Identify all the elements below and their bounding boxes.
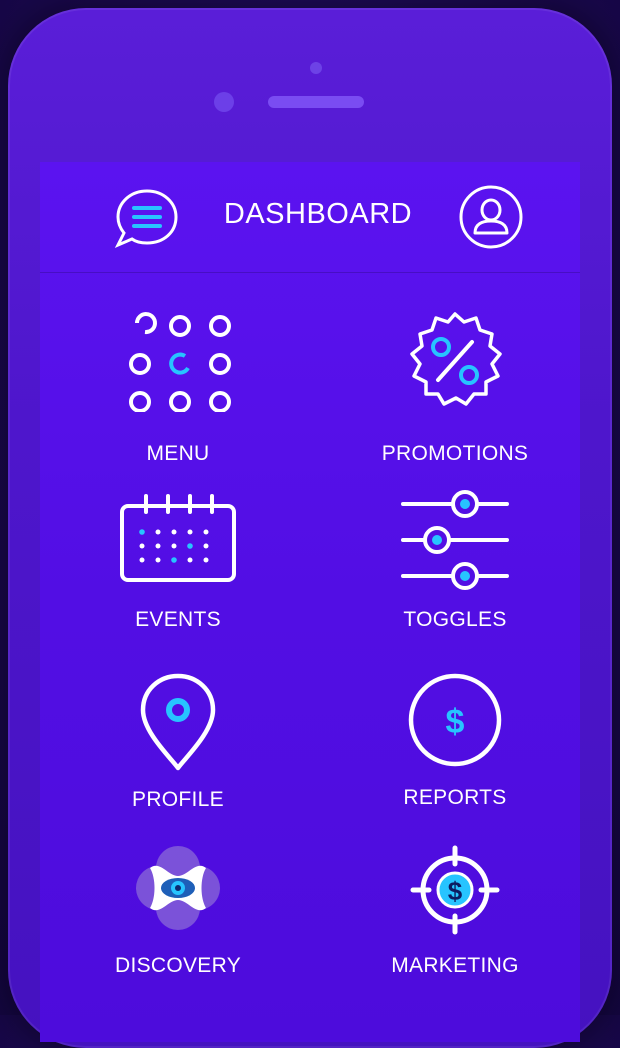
- chat-menu-icon: [114, 189, 178, 248]
- tile-label: EVENTS: [135, 608, 221, 631]
- eye-flower-icon: [136, 846, 220, 930]
- calendar-icon: [120, 494, 236, 582]
- sliders-icon: [401, 490, 509, 590]
- chat-menu-button[interactable]: [112, 187, 182, 251]
- svg-text:$: $: [448, 876, 463, 906]
- user-icon: [459, 185, 523, 249]
- tile-label: MARKETING: [391, 954, 519, 977]
- tile-menu[interactable]: MENU: [58, 294, 298, 465]
- grid-dots-icon: [129, 312, 231, 412]
- dollar-circle-icon: $: [408, 673, 502, 767]
- target-dollar-icon: $: [410, 845, 500, 935]
- percent-badge-icon: [410, 312, 502, 406]
- tile-profile[interactable]: PROFILE: [58, 662, 298, 832]
- tile-label: DISCOVERY: [114, 954, 241, 977]
- location-pin-icon: [140, 673, 216, 771]
- svg-text:$: $: [446, 703, 465, 741]
- user-profile-button[interactable]: [458, 184, 524, 250]
- tile-label: TOGGLES: [403, 608, 507, 631]
- phone-speaker: [268, 96, 364, 108]
- tile-label: MENU: [146, 442, 210, 465]
- tile-marketing[interactable]: $ MARKETING: [335, 838, 575, 1008]
- app-header: DASHBOARD: [40, 162, 580, 273]
- page-title: DASHBOARD: [223, 198, 413, 230]
- tile-discovery[interactable]: DISCOVERY: [58, 838, 298, 1008]
- tile-events[interactable]: EVENTS: [58, 480, 298, 650]
- tile-promotions[interactable]: PROMOTIONS: [335, 294, 575, 465]
- phone-camera: [214, 92, 234, 112]
- phone-sensor: [310, 62, 322, 74]
- tile-toggles[interactable]: TOGGLES: [335, 480, 575, 650]
- tile-reports[interactable]: $ REPORTS: [335, 662, 575, 832]
- tile-label: PROFILE: [132, 788, 224, 811]
- tile-label: PROMOTIONS: [381, 442, 529, 465]
- tile-label: REPORTS: [403, 786, 507, 809]
- app-screen: DASHBOARD MENU PROMOTIONS EVENTS TOGGLES…: [40, 162, 580, 1042]
